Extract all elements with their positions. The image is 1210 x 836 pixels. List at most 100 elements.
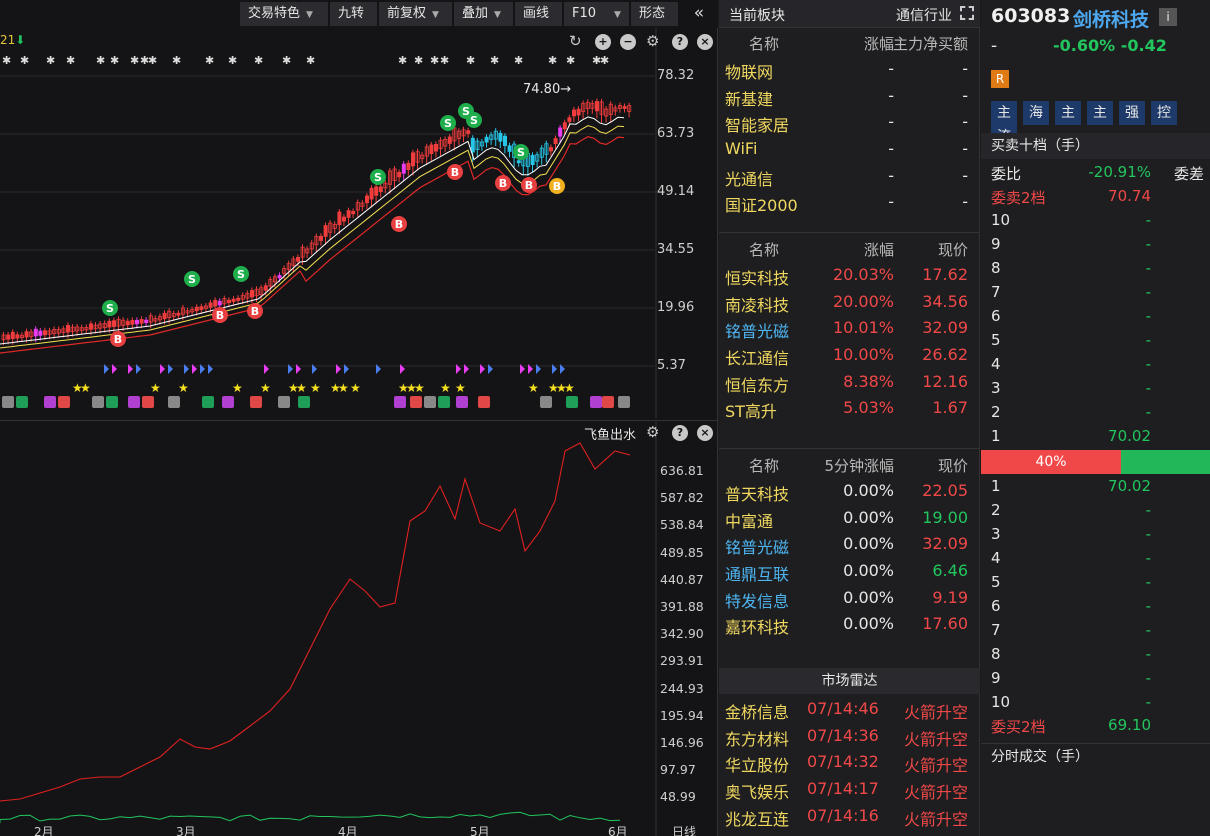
candle-body bbox=[263, 285, 268, 291]
indicator-chart[interactable]: 飞鱼出水 ⚙ ? × 636.81 587.82 538.84 489.85 440.8… bbox=[0, 420, 718, 836]
tag-chip bbox=[44, 396, 56, 408]
orderbook-level[interactable]: 6- bbox=[981, 304, 1210, 328]
gear-icon[interactable]: ⚙ bbox=[646, 424, 659, 440]
orderbook-level[interactable]: 1 70.02 bbox=[981, 474, 1210, 498]
industry-label[interactable]: 通信行业 bbox=[896, 5, 952, 25]
trade-feature-button[interactable]: 交易特色 ▼ bbox=[240, 2, 329, 26]
overlay-button[interactable]: 叠加 ▼ bbox=[454, 2, 514, 26]
market-radar-header[interactable]: 市场雷达 bbox=[719, 668, 980, 694]
orderbook-level[interactable]: 2- bbox=[981, 400, 1210, 424]
orderbook-level[interactable]: 1 70.02 bbox=[981, 424, 1210, 448]
row-name: 特发信息 bbox=[725, 591, 790, 611]
table-row[interactable]: 光通信 - - bbox=[719, 163, 980, 190]
orderbook-level[interactable]: 10 - bbox=[981, 208, 1210, 232]
level-num: 6 bbox=[991, 597, 1001, 615]
stock-tag[interactable]: 主 bbox=[991, 101, 1017, 125]
orderbook-level[interactable]: 5- bbox=[981, 570, 1210, 594]
close-icon[interactable]: × bbox=[697, 34, 713, 50]
candle-body bbox=[401, 163, 406, 174]
table-row[interactable]: 恒信东方 8.38% 12.16 bbox=[719, 369, 980, 396]
expand-icon[interactable] bbox=[960, 6, 974, 20]
table-row[interactable]: ST高升 5.03% 1.67 bbox=[719, 395, 980, 422]
row-event: 火箭升空 bbox=[903, 783, 968, 803]
orderbook-level[interactable]: 3- bbox=[981, 376, 1210, 400]
table-row[interactable]: 恒实科技 20.03% 17.62 bbox=[719, 262, 980, 289]
orderbook-level[interactable]: 7- bbox=[981, 618, 1210, 642]
radar-row[interactable]: 东方材料 07/14:36 火箭升空 bbox=[719, 723, 980, 750]
table-row[interactable]: 普天科技 0.00% 22.05 bbox=[719, 478, 980, 505]
orderbook-level[interactable]: 2- bbox=[981, 498, 1210, 522]
table-row[interactable]: 铭普光磁 10.01% 32.09 bbox=[719, 315, 980, 342]
table-row[interactable]: 长江通信 10.00% 26.62 bbox=[719, 342, 980, 369]
close-icon[interactable]: × bbox=[697, 425, 713, 441]
table-row[interactable]: 特发信息 0.00% 9.19 bbox=[719, 585, 980, 612]
info-icon[interactable]: i bbox=[1159, 8, 1177, 26]
level-price: - bbox=[1145, 355, 1151, 373]
stock-tag[interactable]: 海 bbox=[1023, 101, 1049, 125]
stock-tag[interactable]: 主 bbox=[1055, 101, 1081, 125]
tag-chip bbox=[566, 396, 578, 408]
orderbook-level[interactable]: 8- bbox=[981, 642, 1210, 666]
candle-body bbox=[66, 325, 71, 333]
table-row[interactable]: 国证2000 - - bbox=[719, 189, 980, 216]
orderbook-level[interactable]: 6- bbox=[981, 594, 1210, 618]
stock-tag[interactable]: 强 bbox=[1119, 101, 1145, 125]
star-icon: ★ bbox=[80, 381, 91, 395]
r-badge[interactable]: R bbox=[991, 70, 1009, 88]
marker-asterisk: ✱ bbox=[148, 54, 157, 67]
orderbook-level[interactable]: 10 - bbox=[981, 690, 1210, 714]
adjust-button[interactable]: 前复权 ▼ bbox=[379, 2, 453, 26]
star-icon: ★ bbox=[528, 381, 539, 395]
row-value: 32.09 bbox=[922, 318, 968, 338]
period-daily-label[interactable]: 日线 bbox=[672, 823, 696, 836]
orderbook-level[interactable]: 7- bbox=[981, 280, 1210, 304]
orderbook-level[interactable]: 4- bbox=[981, 352, 1210, 376]
draw-line-button[interactable]: 画线 bbox=[515, 2, 563, 26]
f10-button[interactable]: F10 ▼ bbox=[564, 2, 630, 26]
radar-row[interactable]: 华立股份 07/14:32 火箭升空 bbox=[719, 749, 980, 776]
row-value: 17.60 bbox=[922, 614, 968, 634]
level-price: - bbox=[1145, 573, 1151, 591]
table-row[interactable]: 新基建 - - bbox=[719, 83, 980, 110]
orderbook-level[interactable]: 8- bbox=[981, 256, 1210, 280]
kline-chart[interactable]: S S S S S S S S B B B B B B B B ✱ ✱ ✱ ✱ ✱ ✱ ✱ ✱ ✱ ✱ ✱ ✱ ✱ ✱ ✱ ✱ ✱ ✱ ✱ ✱ ✱ ✱ ✱ ✱… bbox=[0, 28, 718, 418]
candle-body bbox=[139, 319, 144, 324]
orderbook-level[interactable]: 9- bbox=[981, 666, 1210, 690]
table-row[interactable]: WiFi - - bbox=[719, 136, 980, 163]
y-axis-label: 97.97 bbox=[660, 762, 696, 778]
table-row[interactable]: 铭普光磁 0.00% 32.09 bbox=[719, 531, 980, 558]
table-row[interactable]: 中富通 0.00% 19.00 bbox=[719, 505, 980, 532]
orderbook-level[interactable]: 9- bbox=[981, 232, 1210, 256]
orderbook-level[interactable]: 5- bbox=[981, 328, 1210, 352]
table-row[interactable]: 物联网 - - bbox=[719, 56, 980, 83]
help-icon[interactable]: ? bbox=[672, 34, 688, 50]
level-num: 9 bbox=[991, 235, 1001, 253]
radar-row[interactable]: 金桥信息 07/14:46 火箭升空 bbox=[719, 696, 980, 723]
table-row[interactable]: 智能家居 - - bbox=[719, 109, 980, 136]
collapse-icon[interactable]: « bbox=[684, 2, 714, 26]
row-event: 火箭升空 bbox=[903, 756, 968, 776]
chart-area[interactable]: 交易特色 ▼ 九转 前复权 ▼ 叠加 ▼ 画线 F10 ▼ 形态 « SSSSSSSSB… bbox=[0, 0, 718, 836]
tag-chip bbox=[16, 396, 28, 408]
help-icon[interactable]: ? bbox=[672, 425, 688, 441]
stock-tag[interactable]: 控 bbox=[1151, 101, 1177, 125]
refresh-icon[interactable]: ↻ bbox=[569, 33, 582, 49]
marker-asterisk: ✱ bbox=[46, 54, 55, 67]
x-axis-label: 5月 bbox=[470, 825, 490, 836]
stock-tag[interactable]: 主 bbox=[1087, 101, 1113, 125]
radar-row[interactable]: 兆龙互连 07/14:16 火箭升空 bbox=[719, 803, 980, 830]
gear-icon[interactable]: ⚙ bbox=[646, 33, 659, 49]
zoom-out-icon[interactable]: − bbox=[620, 34, 636, 50]
table-row[interactable]: 通鼎互联 0.00% 6.46 bbox=[719, 558, 980, 585]
radar-row[interactable]: 奥飞娱乐 07/14:17 火箭升空 bbox=[719, 776, 980, 803]
buy-sell-ratio-bar: 40% bbox=[981, 450, 1210, 474]
table-row[interactable]: 南凌科技 20.00% 34.56 bbox=[719, 289, 980, 316]
table-row[interactable]: 嘉环科技 0.00% 17.60 bbox=[719, 611, 980, 638]
candle-body bbox=[470, 137, 475, 153]
orderbook-level[interactable]: 3- bbox=[981, 522, 1210, 546]
orderbook-level[interactable]: 4- bbox=[981, 546, 1210, 570]
zoom-in-icon[interactable]: + bbox=[595, 34, 611, 50]
stock-name[interactable]: 剑桥科技 bbox=[1073, 5, 1149, 32]
pattern-button[interactable]: 形态 bbox=[631, 2, 679, 26]
nine-turn-button[interactable]: 九转 bbox=[330, 2, 378, 26]
